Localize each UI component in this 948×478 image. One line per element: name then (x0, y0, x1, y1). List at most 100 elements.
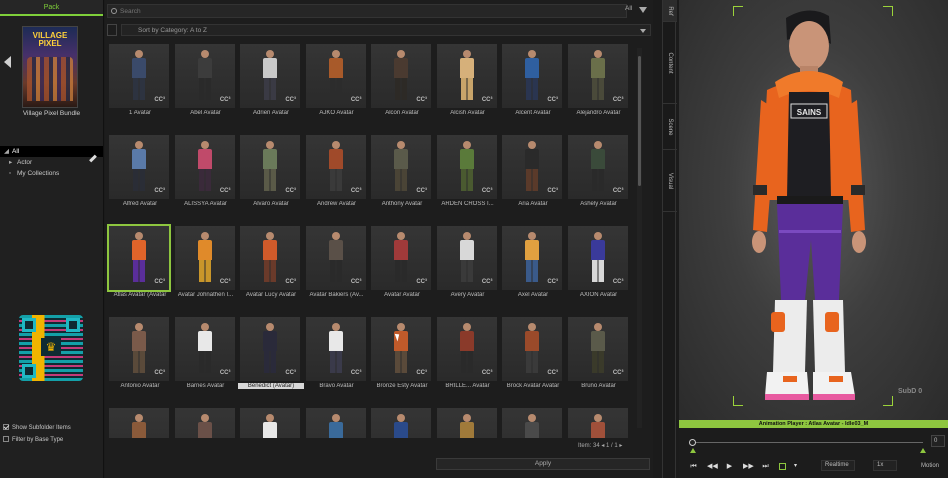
avatar-item[interactable]: CC³ ARDEN CROSS I... (435, 135, 497, 223)
avatar-item[interactable] (238, 408, 300, 438)
avatar-item[interactable]: CC³ Alcish Avatar (435, 44, 497, 132)
select-all-checkbox[interactable] (107, 24, 117, 36)
next-frame-icon[interactable]: ▶▶ (743, 462, 754, 471)
loop-toggle-icon[interactable] (779, 463, 786, 470)
avatar-thumbnail: CC³ (305, 317, 366, 381)
filter-by-base-type-checkbox[interactable] (3, 436, 9, 443)
avatar-thumbnail: CC³ (240, 226, 300, 290)
avatar-item[interactable] (304, 408, 366, 438)
avatar-figure (328, 141, 343, 191)
avatar-item[interactable]: CC³ Bravo Avatar (304, 317, 366, 405)
3d-viewport[interactable]: SAINS (679, 0, 948, 420)
avatar-item[interactable]: CC³ Avatar Avatar (369, 226, 431, 314)
cc-badge-icon: CC³ (547, 279, 558, 285)
avatar-item[interactable]: CC³ Ashely Avatar (566, 135, 628, 223)
jump-to-end-icon[interactable]: ⏭ (761, 462, 770, 471)
show-subfolder-items-option[interactable]: Show Subfolder Items (0, 422, 104, 434)
avatar-item-label: Brock Avatar Avatar (506, 383, 560, 389)
play-icon[interactable]: ▶ (725, 462, 734, 471)
avatar-item[interactable]: CC³ ALISSYA Avatar (173, 135, 235, 223)
avatar-figure (328, 323, 343, 373)
tree-item-my-collections[interactable]: ▫ My Collections (0, 168, 103, 179)
avatar-item[interactable]: CC³ Alcon Avatar (369, 44, 431, 132)
avatar-item[interactable]: CC³ Andrew Avatar (304, 135, 366, 223)
expand-arrow-icon[interactable]: ▸ (9, 157, 17, 168)
tree-item-actor[interactable]: ▸ Actor (0, 157, 103, 168)
avatar-item[interactable]: CC³ Adrien Avatar (238, 44, 300, 132)
avatar-item-label: Alejandro Avatar (576, 110, 621, 116)
avatar-item[interactable]: CC³ Avatar Bakiers (Av... (304, 226, 366, 314)
avatar-item[interactable]: CC³ Axel Avatar (500, 226, 562, 314)
avatar-figure (263, 141, 277, 191)
avatar-item[interactable] (500, 408, 562, 438)
avatar-item[interactable] (566, 408, 628, 438)
avatar-item[interactable]: CC³ 1 Avatar (107, 44, 169, 132)
collapse-arrow-icon[interactable]: ◢ (4, 146, 12, 157)
previous-frame-icon[interactable]: ◀◀ (707, 462, 718, 471)
tab-content[interactable]: Content (663, 22, 677, 104)
avatar-figure (197, 414, 212, 438)
avatar-item[interactable]: CC³ Alejandro Avatar (566, 44, 628, 132)
avatar-item[interactable]: CC³ Brock Avatar Avatar (500, 317, 562, 405)
avatar-item-label: Abel Avatar (190, 110, 221, 116)
motion-label[interactable]: Motion (921, 462, 939, 471)
start-marker-icon[interactable] (690, 448, 696, 453)
avatar-item[interactable]: CC³ Alvaro Avatar (238, 135, 300, 223)
cc-badge-icon: CC³ (219, 370, 231, 376)
folder-icon: ▫ (9, 170, 12, 177)
avatar-item[interactable]: CC³ Bronze Esty Avatar (369, 317, 431, 405)
sort-dropdown[interactable]: Sort by Category: A to Z (121, 24, 651, 36)
avatar-item[interactable]: CC³ Alfred Avatar (107, 135, 169, 223)
avatar-figure (394, 50, 408, 100)
timeline-playhead[interactable] (689, 439, 696, 446)
speed-dropdown[interactable]: 1x (873, 460, 897, 471)
avatar-item[interactable]: CC³ Avery Avatar (435, 226, 497, 314)
animation-timeline[interactable] (691, 442, 923, 443)
avatar-item[interactable] (369, 408, 431, 438)
end-marker-icon[interactable] (920, 448, 926, 453)
realtime-dropdown[interactable]: Realtime (821, 460, 855, 471)
avatar-item[interactable]: CC³ Anthony Avatar (369, 135, 431, 223)
search-scope-dropdown[interactable]: All (625, 5, 632, 12)
avatar-thumbnail: CC³ (109, 317, 169, 381)
avatar-item[interactable]: CC³ Abel Avatar (173, 44, 235, 132)
tree-item-all[interactable]: ◢ All (0, 146, 103, 157)
grid-scrollbar[interactable] (637, 48, 642, 428)
search-input[interactable] (107, 4, 627, 18)
filter-by-base-type-option[interactable]: Filter by Base Type (0, 434, 104, 446)
avatar-item[interactable]: CC³ Antonio Avatar (107, 317, 169, 405)
avatar-item[interactable] (435, 408, 497, 438)
avatar-item[interactable] (173, 408, 235, 438)
tab-scene[interactable]: Scene (663, 104, 677, 150)
avatar-item[interactable]: CC³ Benedict (Avatar) (238, 317, 304, 405)
avatar-item[interactable]: CC³ BRILLE... Avatar (435, 317, 497, 405)
avatar-item[interactable]: CC³ Barnes Avatar (173, 317, 235, 405)
scrollbar-thumb[interactable] (638, 56, 641, 186)
avatar-item[interactable] (107, 408, 169, 438)
tab-pack[interactable]: Pack (0, 0, 103, 16)
tab-visual[interactable]: Visual (663, 150, 677, 212)
avatar-item[interactable]: CC³ Alcent Avatar (500, 44, 562, 132)
show-subfolder-items-checkbox[interactable] (3, 424, 9, 431)
chevron-down-icon (640, 29, 646, 33)
avatar-item[interactable]: CC³ AXION Avatar (566, 226, 628, 314)
jump-to-start-icon[interactable]: ⏮ (689, 462, 698, 471)
tab-ref[interactable]: Ref (663, 0, 677, 22)
avatar-item[interactable]: CC³ Aria Avatar (500, 135, 562, 223)
loop-dropdown-chevron-icon[interactable]: ▾ (791, 462, 800, 471)
previous-pack-arrow-icon[interactable] (4, 56, 11, 68)
avatar-item[interactable]: CC³ Atlas Avatar (Avatar (107, 224, 171, 314)
filter-icon[interactable] (639, 7, 647, 13)
frame-field[interactable]: 0 (931, 435, 945, 447)
avatar-thumbnail: CC³ (436, 135, 497, 199)
tab-label: Content (667, 51, 673, 74)
pack-thumbnail[interactable]: VILLAGE PIXEL (22, 26, 78, 108)
avatar-item[interactable]: CC³ Avatar Lucy Avatar (238, 226, 300, 314)
avatar-thumbnail: CC³ (436, 44, 497, 108)
cc-badge-icon: CC³ (416, 97, 427, 103)
avatar-item[interactable]: CC³ Avatar Johnathen I... (173, 226, 235, 314)
avatar-item[interactable]: CC³ AJKO Avatar (304, 44, 366, 132)
avatar-item[interactable]: CC³ Bruno Avatar (566, 317, 628, 405)
avatar-item-label: Avery Avatar (450, 292, 485, 298)
apply-button[interactable]: Apply (436, 458, 650, 470)
